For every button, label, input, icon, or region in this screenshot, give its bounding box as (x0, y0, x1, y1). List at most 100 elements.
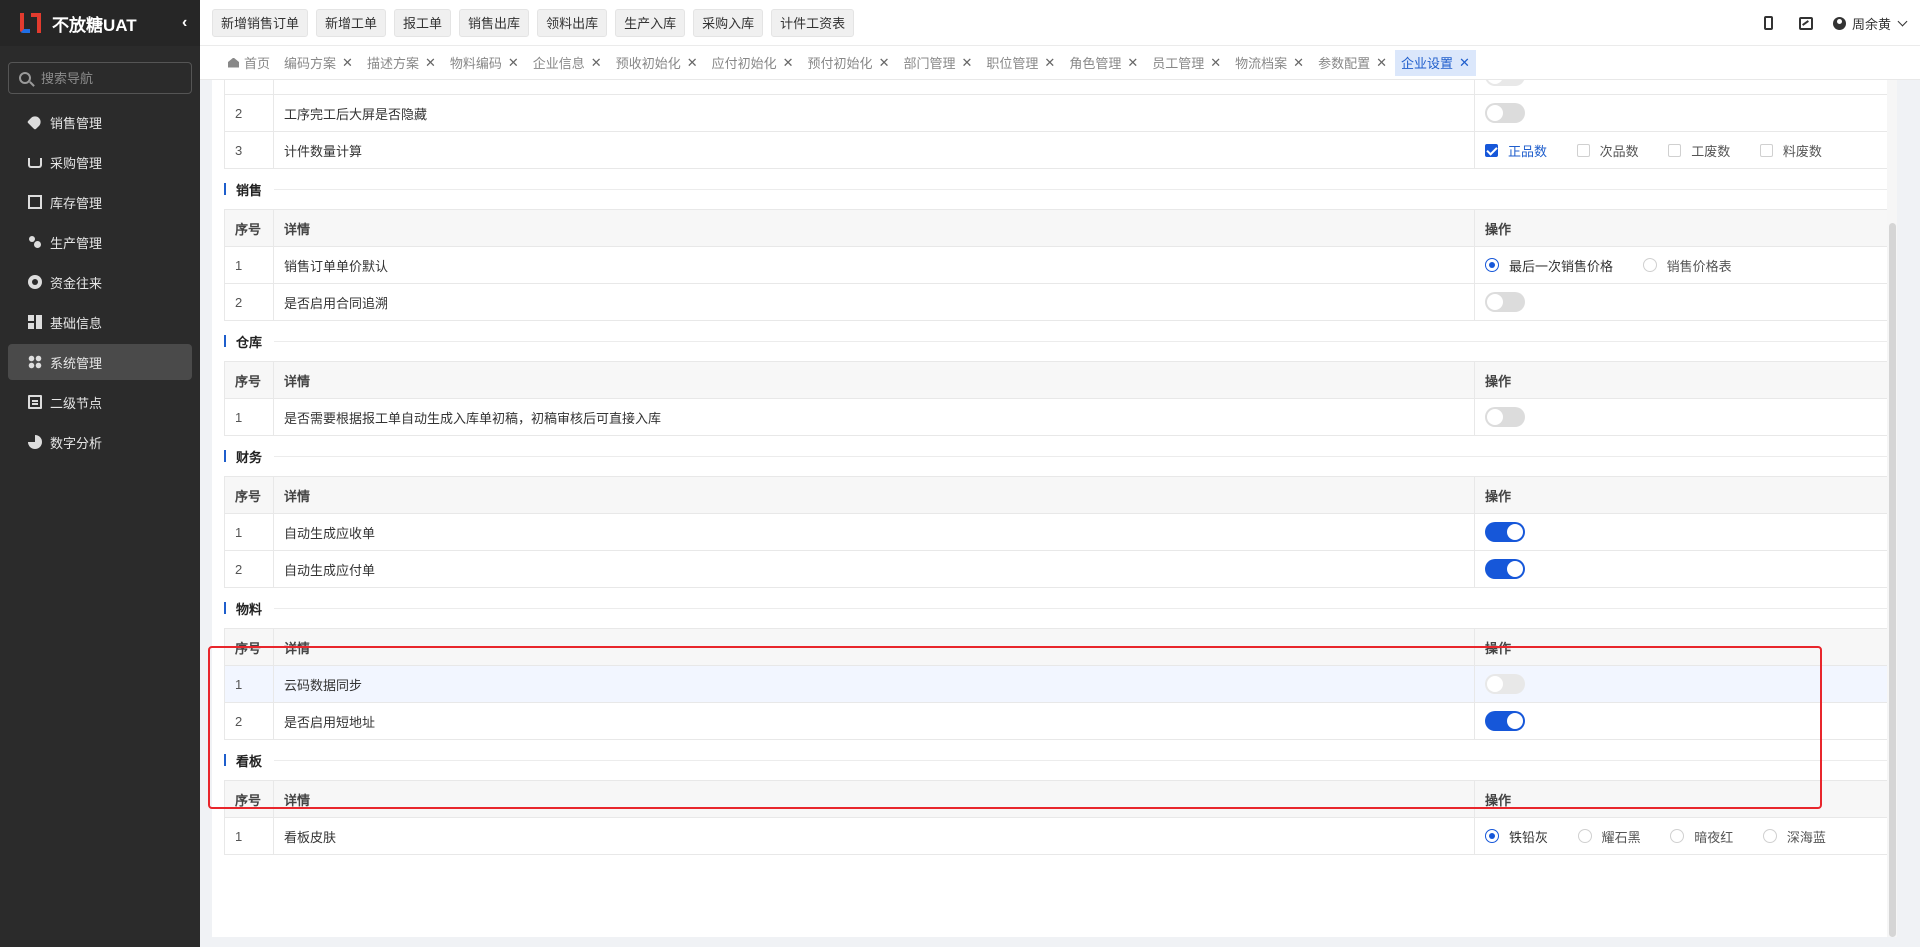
tab-role[interactable]: 角色管理 ✕ (1063, 50, 1144, 76)
tab-label: 物料编码 (449, 56, 502, 71)
tab-company-settings[interactable]: 企业设置 ✕ (1395, 49, 1476, 76)
sidebar-item-inventory[interactable]: 库存管理 (8, 184, 192, 220)
close-icon[interactable]: ✕ (508, 55, 519, 71)
sidebar-item-funds[interactable]: 资金往来 (8, 264, 192, 300)
vertical-scrollbar[interactable] (1887, 80, 1897, 937)
contract-trace-toggle[interactable] (1485, 292, 1525, 312)
close-icon[interactable]: ✕ (961, 55, 972, 71)
tab-label: 预收初始化 (615, 56, 681, 71)
close-icon[interactable]: ✕ (1376, 55, 1387, 71)
hide-screen-after-process-toggle[interactable] (1485, 103, 1525, 123)
process-scrap-checkbox[interactable]: 工废数 (1668, 141, 1730, 160)
finance-settings-table: 序号 详情 操作 1 自动生成应收单 2 自动生成应付单 (224, 476, 1888, 588)
toggle-switch[interactable] (1485, 80, 1525, 86)
new-work-order-button[interactable]: 新增工单 (316, 8, 387, 37)
tab-payable-init[interactable]: 应付初始化 ✕ (706, 50, 800, 76)
tab-label: 描述方案 (366, 56, 419, 71)
row-detail: 销售订单单价默认 (273, 246, 1475, 284)
close-icon[interactable]: ✕ (687, 55, 698, 71)
row-index: 2 (224, 94, 274, 132)
row-detail: 计件数量计算 (273, 131, 1475, 169)
checkbox (1576, 143, 1590, 157)
close-icon[interactable]: ✕ (342, 55, 353, 71)
home-icon (228, 57, 239, 68)
defect-count-checkbox[interactable]: 次品数 (1576, 141, 1639, 160)
production-inbound-button[interactable]: 生产入库 (615, 8, 686, 37)
row-detail: 自动生成应收单 (273, 513, 1475, 551)
piecework-wage-button[interactable]: 计件工资表 (771, 8, 855, 37)
row-index: 3 (224, 131, 274, 169)
row-index: 1 (224, 817, 274, 855)
collapse-sidebar-icon[interactable]: ‹ (182, 14, 187, 32)
close-icon[interactable]: ✕ (1044, 55, 1055, 71)
skin-iron-gray-radio[interactable]: 铁铅灰 (1485, 827, 1548, 846)
user-name[interactable]: 周余黄 (1852, 14, 1891, 33)
material-scrap-checkbox[interactable]: 料废数 (1759, 141, 1822, 160)
tab-label: 首页 (244, 56, 271, 71)
sidebar-item-label: 资金往来 (50, 275, 103, 291)
skin-deep-blue-radio[interactable]: 深海蓝 (1762, 827, 1826, 846)
purchase-inbound-button[interactable]: 采购入库 (693, 8, 764, 37)
skin-dark-red-radio[interactable]: 暗夜红 (1670, 827, 1733, 846)
close-icon[interactable]: ✕ (783, 55, 794, 71)
last-sale-price-radio[interactable]: 最后一次销售价格 (1485, 256, 1613, 275)
scrollbar-thumb[interactable] (1889, 223, 1896, 937)
auto-payable-toggle[interactable] (1485, 559, 1525, 579)
tab-department[interactable]: 部门管理 ✕ (897, 50, 978, 76)
close-icon[interactable]: ✕ (1459, 55, 1470, 71)
sidebar-item-basic-info[interactable]: 基础信息 (8, 304, 192, 340)
tab-prepayment-init[interactable]: 预付初始化 ✕ (802, 50, 896, 76)
sidebar-item-sales[interactable]: 销售管理 (8, 104, 192, 140)
sidebar-item-secondary-node[interactable]: 二级节点 (8, 384, 192, 420)
dashboard-icon[interactable] (1798, 16, 1813, 30)
close-icon[interactable]: ✕ (425, 55, 436, 71)
price-list-radio[interactable]: 销售价格表 (1642, 256, 1732, 275)
chevron-down-icon[interactable] (1897, 16, 1908, 26)
table-row: 2 是否启用短地址 (224, 702, 1888, 740)
auto-receivable-toggle[interactable] (1485, 522, 1525, 542)
sidebar-item-purchase[interactable]: 采购管理 (8, 144, 192, 180)
cloud-code-sync-toggle[interactable] (1485, 674, 1525, 694)
sidebar-item-analytics[interactable]: 数字分析 (8, 424, 192, 460)
sidebar-item-system[interactable]: 系统管理 (8, 344, 192, 380)
close-icon[interactable]: ✕ (879, 55, 890, 71)
tab-company-info[interactable]: 企业信息 ✕ (527, 50, 608, 76)
radio-label: 铁铅灰 (1509, 829, 1549, 845)
col-detail: 详情 (273, 476, 1475, 514)
sidebar-item-production[interactable]: 生产管理 (8, 224, 192, 260)
close-icon[interactable]: ✕ (591, 55, 602, 71)
material-outbound-button[interactable]: 领料出库 (537, 8, 608, 37)
tab-material-code[interactable]: 物料编码 ✕ (444, 50, 525, 76)
tab-parameters[interactable]: 参数配置 ✕ (1312, 50, 1393, 76)
table-header-row: 序号 详情 操作 (224, 780, 1888, 818)
checkbox-label: 次品数 (1599, 143, 1639, 159)
skin-obsidian-radio[interactable]: 耀石黑 (1577, 827, 1641, 846)
tab-home[interactable]: 首页 (222, 50, 276, 76)
sidebar-item-label: 销售管理 (50, 115, 103, 131)
work-report-button[interactable]: 报工单 (394, 8, 452, 37)
tab-description-scheme[interactable]: 描述方案 ✕ (361, 50, 442, 76)
row-index: 2 (224, 550, 274, 588)
close-icon[interactable]: ✕ (1127, 55, 1138, 71)
close-icon[interactable]: ✕ (1293, 55, 1304, 71)
table-row: 3 计件数量计算 正品数 次品数 工废数 料废数 (224, 131, 1888, 169)
apps-icon (28, 355, 42, 369)
tab-logistics[interactable]: 物流档案 ✕ (1229, 50, 1310, 76)
tab-position[interactable]: 职位管理 ✕ (980, 50, 1061, 76)
mobile-icon[interactable] (1763, 16, 1773, 30)
tab-label: 职位管理 (986, 56, 1039, 71)
table-row: 1 是否需要根据报工单自动生成入库单初稿，初稿审核后可直接入库 (224, 398, 1888, 436)
tab-label: 企业信息 (532, 56, 585, 71)
tab-employee[interactable]: 员工管理 ✕ (1146, 50, 1227, 76)
sales-outbound-button[interactable]: 销售出库 (459, 8, 530, 37)
close-icon[interactable]: ✕ (1210, 55, 1221, 71)
app-title: 不放糖UAT (52, 15, 137, 35)
tab-coding-scheme[interactable]: 编码方案 ✕ (278, 50, 359, 76)
nav-search-input[interactable] (41, 70, 181, 86)
short-url-toggle[interactable] (1485, 711, 1525, 731)
auto-inbound-draft-toggle[interactable] (1485, 407, 1525, 427)
section-title-finance: 财务 (224, 436, 1888, 476)
new-sales-order-button[interactable]: 新增销售订单 (212, 8, 309, 37)
tab-advance-receipt-init[interactable]: 预收初始化 ✕ (610, 50, 704, 76)
good-count-checkbox[interactable]: 正品数 (1485, 141, 1547, 160)
